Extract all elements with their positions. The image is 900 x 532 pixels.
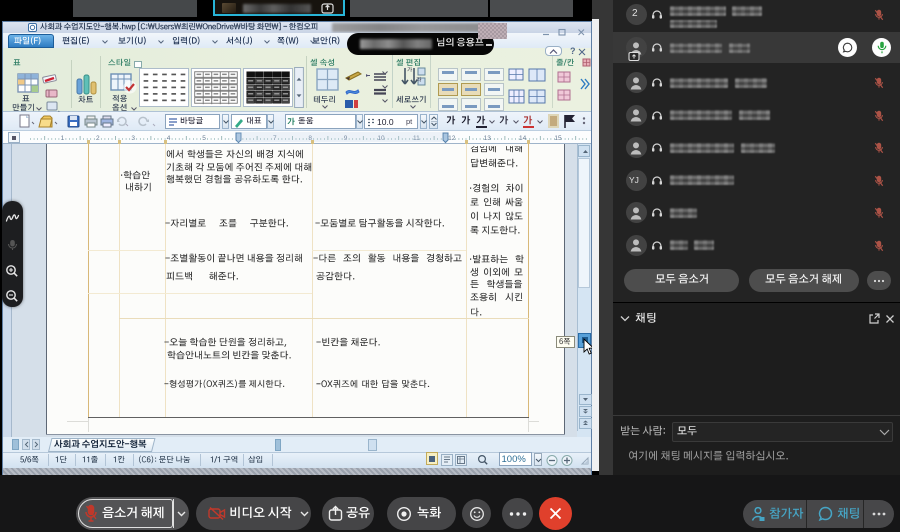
svg-text:15: 15	[554, 135, 562, 142]
svg-text:14: 14	[519, 135, 527, 142]
svg-text:12: 12	[448, 135, 456, 142]
svg-text:3: 3	[131, 135, 135, 142]
svg-text:13: 13	[484, 135, 492, 142]
svg-text:2: 2	[96, 135, 100, 142]
svg-text:5: 5	[202, 135, 206, 142]
svg-text:4: 4	[167, 135, 171, 142]
svg-text:1: 1	[61, 135, 65, 142]
